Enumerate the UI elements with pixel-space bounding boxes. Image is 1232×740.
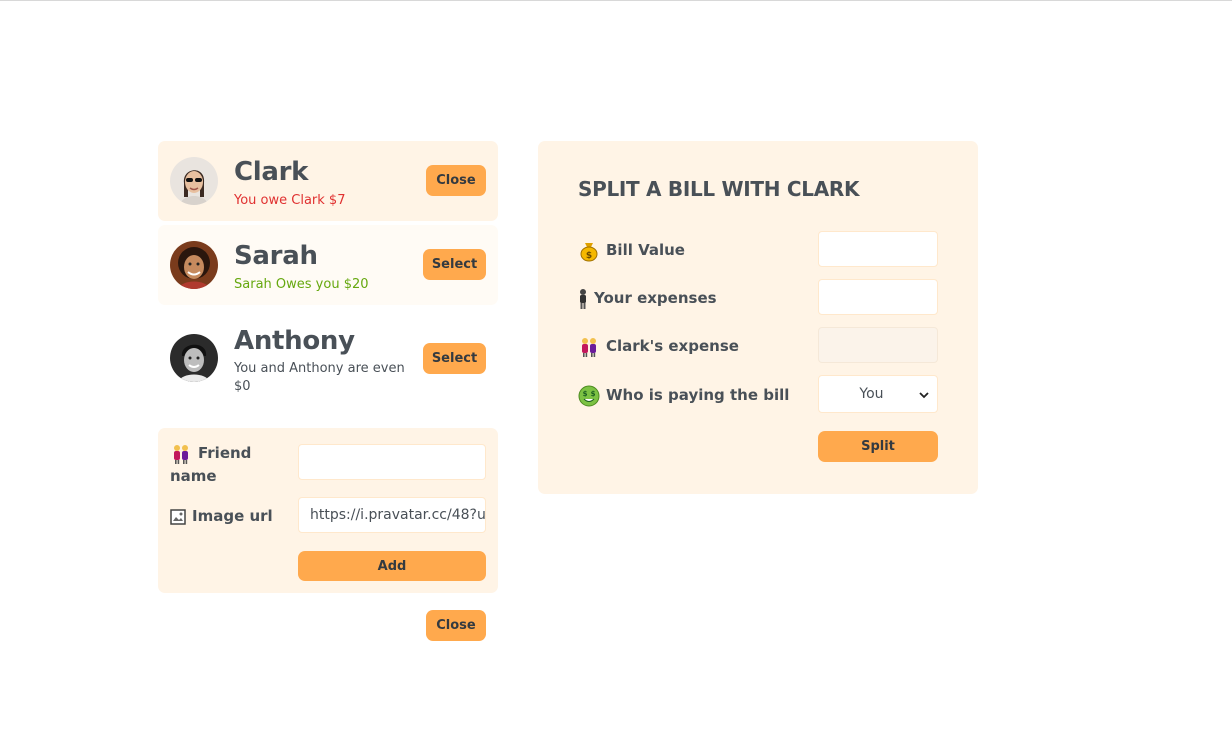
friend-item-anthony[interactable]: Anthony You and Anthony are even $0 Sele…	[158, 309, 498, 405]
your-expenses-input[interactable]	[818, 279, 938, 315]
friend-expense-label: Clark's expense	[578, 335, 739, 358]
svg-text:$: $	[591, 390, 596, 398]
chevron-down-icon	[919, 388, 929, 399]
friend-name: Clark	[234, 157, 309, 187]
close-friend-button[interactable]: Close	[426, 165, 486, 196]
bill-value-input[interactable]	[818, 231, 938, 267]
split-bill-form: SPLIT A BILL WITH CLARK $ Bill Value You…	[538, 141, 978, 494]
add-friend-form: Friend name Image url https://i.pravatar…	[158, 428, 498, 593]
two-women-icon	[170, 443, 192, 465]
friend-name: Sarah	[234, 241, 318, 271]
your-expenses-label: Your expenses	[578, 287, 717, 310]
avatar	[170, 157, 218, 205]
image-url-input[interactable]: https://i.pravatar.cc/48?u	[298, 497, 486, 533]
two-women-icon	[578, 336, 600, 358]
avatar	[170, 334, 218, 382]
friend-item-clark[interactable]: Clark You owe Clark $7 Close	[158, 141, 498, 221]
close-form-button[interactable]: Close	[426, 610, 486, 641]
avatar	[170, 241, 218, 289]
friend-item-sarah[interactable]: Sarah Sarah Owes you $20 Select	[158, 225, 498, 305]
person-standing-icon	[578, 288, 588, 310]
split-title: SPLIT A BILL WITH CLARK	[578, 177, 860, 201]
friend-balance: Sarah Owes you $20	[234, 277, 369, 292]
select-friend-button[interactable]: Select	[423, 343, 486, 374]
bill-value-label: $ Bill Value	[578, 239, 685, 262]
svg-text:$: $	[586, 251, 592, 261]
friend-expense-input	[818, 327, 938, 363]
money-bag-icon: $	[578, 240, 600, 262]
friend-balance: You owe Clark $7	[234, 193, 346, 208]
split-button[interactable]: Split	[818, 431, 938, 462]
friend-name: Anthony	[234, 326, 355, 356]
top-border	[0, 0, 1232, 1]
image-url-label: Image url	[170, 505, 273, 527]
framed-picture-icon	[170, 508, 186, 525]
payer-label: $ $ Who is paying the bill	[578, 384, 789, 407]
friend-balance: You and Anthony are even $0	[234, 361, 405, 394]
money-mouth-face-icon: $ $	[578, 385, 600, 407]
payer-selected-value: You	[859, 386, 884, 402]
friend-name-label: Friend name	[170, 443, 252, 485]
select-friend-button[interactable]: Select	[423, 249, 486, 280]
svg-text:$: $	[583, 390, 588, 398]
payer-select[interactable]: You	[818, 375, 938, 413]
friend-name-input[interactable]	[298, 444, 486, 480]
add-friend-button[interactable]: Add	[298, 551, 486, 581]
